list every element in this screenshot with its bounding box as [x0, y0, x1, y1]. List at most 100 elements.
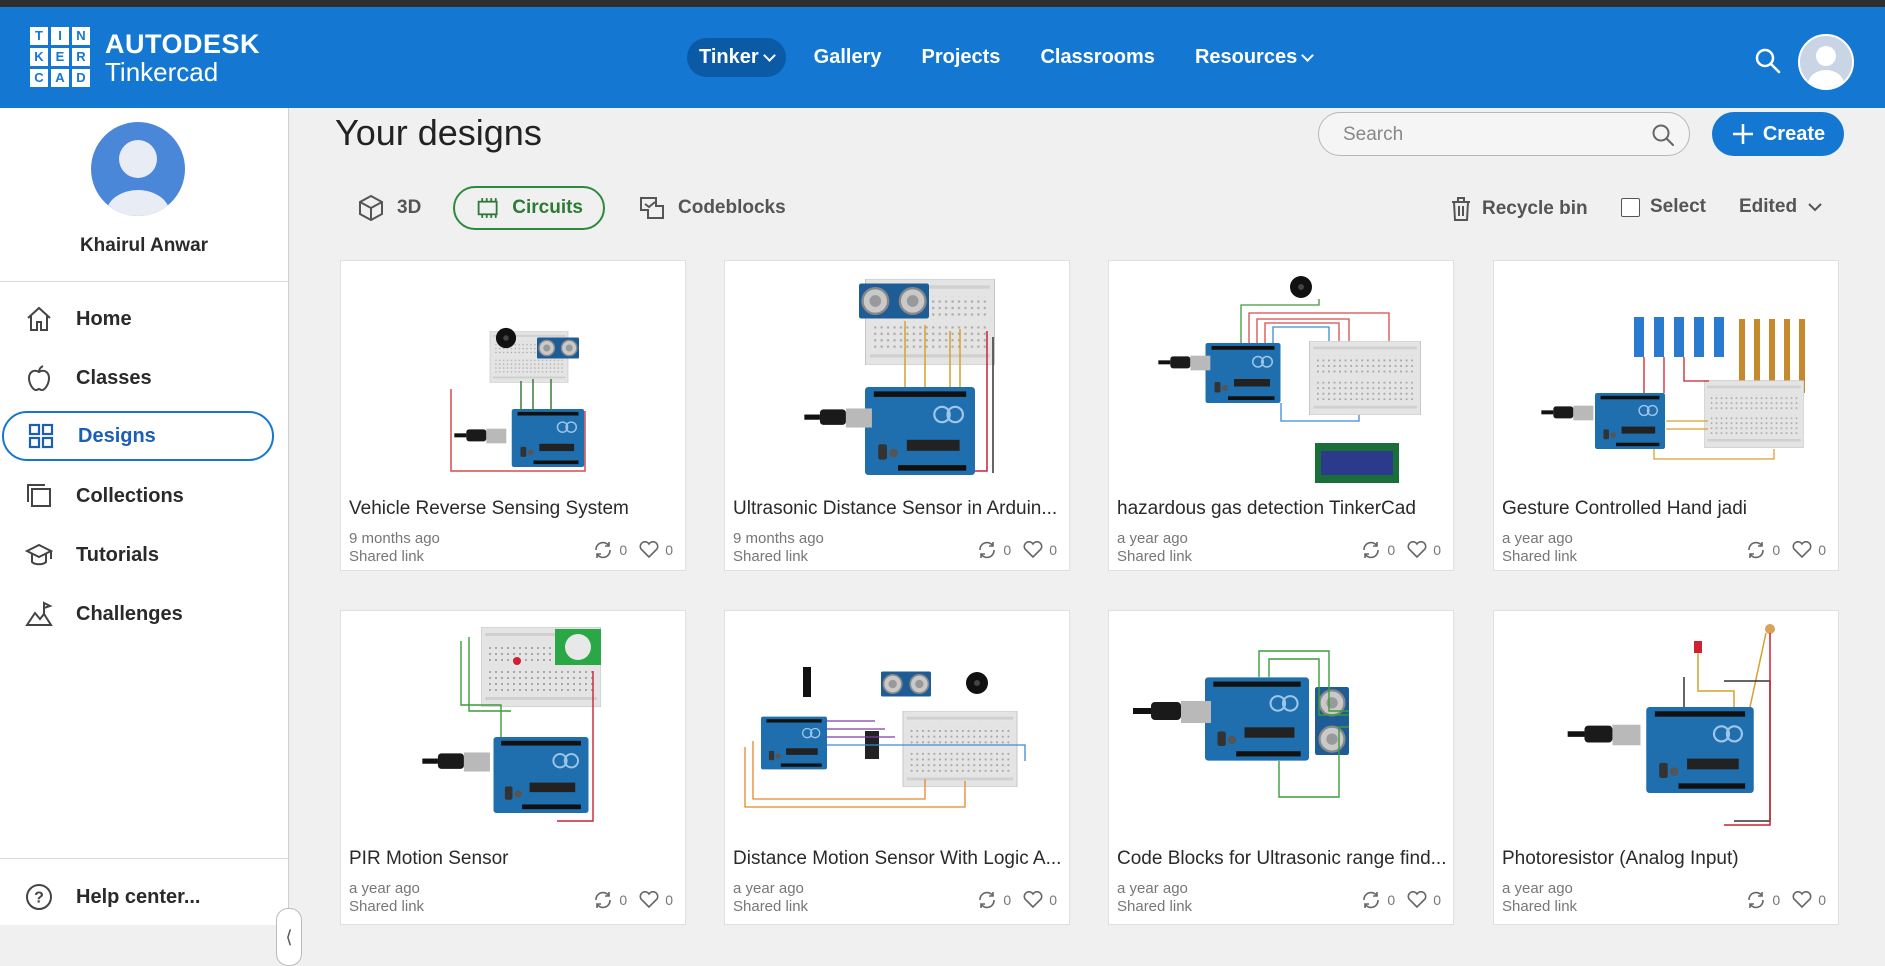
design-share-status: Shared link	[733, 548, 809, 565]
tab-3d[interactable]: 3D	[357, 186, 421, 230]
remix-count: 0	[1772, 892, 1781, 908]
remix-count: 0	[1003, 542, 1012, 558]
sidebar-item-classes[interactable]: Classes	[2, 353, 274, 403]
profile-avatar[interactable]	[91, 122, 185, 216]
remix-icon	[1363, 541, 1380, 559]
search-icon[interactable]	[1754, 47, 1782, 75]
design-share-status: Shared link	[1502, 898, 1578, 915]
heart-icon[interactable]	[1407, 541, 1427, 559]
design-thumbnail[interactable]	[1494, 611, 1838, 839]
page-title: Your designs	[335, 112, 542, 153]
search-icon[interactable]	[1651, 123, 1675, 147]
help-center-link[interactable]: ? Help center...	[2, 872, 274, 922]
collections-icon	[24, 481, 54, 511]
graduation-cap-icon	[24, 540, 54, 570]
heart-icon[interactable]	[639, 541, 659, 559]
tab-3d-label: 3D	[397, 197, 422, 218]
collapse-sidebar-button[interactable]: ⟨	[276, 908, 302, 966]
create-button[interactable]: Create	[1712, 112, 1844, 156]
heart-icon[interactable]	[1792, 541, 1812, 559]
design-thumbnail[interactable]	[1109, 261, 1453, 489]
design-thumbnail[interactable]	[725, 261, 1069, 489]
sidebar-item-label: Classes	[76, 366, 152, 389]
design-title: Distance Motion Sensor With Logic A...	[733, 848, 1062, 869]
top-navigation-bar: T I N K E R C A D AUTODESK Tinkercad Tin…	[0, 7, 1885, 108]
sidebar-item-designs[interactable]: Designs	[2, 411, 274, 461]
design-card[interactable]: Distance Motion Sensor With Logic A... a…	[724, 610, 1070, 925]
trash-icon	[1452, 197, 1470, 221]
like-count: 0	[665, 542, 673, 558]
design-share-status: Shared link	[349, 898, 425, 915]
design-card[interactable]: Code Blocks for Ultrasonic range find...…	[1108, 610, 1454, 925]
design-card[interactable]: hazardous gas detection TinkerCad a year…	[1108, 260, 1454, 571]
nav-gallery[interactable]: Gallery	[802, 38, 894, 77]
help-center-label: Help center...	[76, 885, 201, 908]
design-card[interactable]: Ultrasonic Distance Sensor in Arduin... …	[724, 260, 1070, 571]
help-icon: ?	[24, 882, 54, 912]
design-title: hazardous gas detection TinkerCad	[1117, 498, 1416, 519]
search-input[interactable]	[1341, 123, 1645, 147]
nav-projects[interactable]: Projects	[910, 38, 1013, 77]
heart-icon[interactable]	[1023, 541, 1043, 559]
chevron-left-icon: ⟨	[285, 926, 293, 947]
heart-icon[interactable]	[1023, 891, 1043, 909]
design-thumbnail[interactable]	[1494, 261, 1838, 489]
remix-icon	[979, 541, 996, 559]
remix-count: 0	[1003, 892, 1012, 908]
tab-circuits-label: Circuits	[512, 197, 583, 218]
design-time: a year ago	[1502, 880, 1573, 897]
design-card[interactable]: Vehicle Reverse Sensing System 9 months …	[340, 260, 686, 571]
design-stats: 0 0	[1746, 541, 1826, 559]
user-avatar-button[interactable]	[1798, 34, 1854, 90]
like-count: 0	[1049, 892, 1057, 908]
like-count: 0	[1049, 542, 1057, 558]
design-thumbnail[interactable]	[1109, 611, 1453, 839]
design-title: Photoresistor (Analog Input)	[1502, 848, 1739, 869]
design-thumbnail[interactable]	[341, 261, 685, 489]
design-card[interactable]: Photoresistor (Analog Input) a year ago …	[1493, 610, 1839, 925]
sidebar-item-challenges[interactable]: Challenges	[2, 589, 274, 639]
heart-icon[interactable]	[1407, 891, 1427, 909]
design-title: PIR Motion Sensor	[349, 848, 509, 869]
design-stats: 0 0	[1746, 891, 1826, 909]
recycle-bin-label: Recycle bin	[1482, 198, 1588, 219]
sidebar-item-label: Designs	[78, 424, 156, 447]
design-stats: 0 0	[977, 541, 1057, 559]
tab-codeblocks[interactable]: Codeblocks	[638, 186, 786, 230]
apple-icon	[24, 363, 54, 393]
logo-letter: K	[30, 48, 48, 66]
design-card[interactable]: PIR Motion Sensor a year ago Shared link…	[340, 610, 686, 925]
logo-letter: E	[51, 48, 69, 66]
tinkercad-logo[interactable]: T I N K E R C A D	[30, 27, 90, 87]
sidebar-item-collections[interactable]: Collections	[2, 471, 274, 521]
sidebar-item-home[interactable]: Home	[2, 294, 274, 344]
design-title: Gesture Controlled Hand jadi	[1502, 498, 1748, 519]
tab-circuits[interactable]: Circuits	[453, 186, 605, 230]
heart-icon[interactable]	[639, 891, 659, 909]
nav-tinker-dropdown[interactable]: Tinker	[687, 38, 786, 77]
sort-dropdown[interactable]: Edited	[1739, 196, 1823, 218]
design-share-status: Shared link	[1502, 548, 1578, 565]
user-avatar-icon	[1808, 46, 1844, 88]
codeblocks-icon	[640, 197, 664, 219]
cube-icon	[359, 194, 383, 222]
plus-icon	[1732, 124, 1753, 144]
remix-count: 0	[619, 542, 628, 558]
logo-letter: A	[51, 69, 69, 87]
design-thumbnail[interactable]	[341, 611, 685, 839]
logo-letter: C	[30, 69, 48, 87]
design-thumbnail[interactable]	[725, 611, 1069, 839]
window-top-strip	[0, 0, 1885, 7]
nav-resources-dropdown[interactable]: Resources	[1183, 38, 1324, 77]
sidebar-item-tutorials[interactable]: Tutorials	[2, 530, 274, 580]
recycle-bin-button[interactable]: Recycle bin	[1450, 196, 1588, 222]
heart-icon[interactable]	[1792, 891, 1812, 909]
select-checkbox[interactable]	[1621, 197, 1640, 217]
design-stats: 0 0	[1361, 891, 1441, 909]
logo-letter: R	[72, 48, 90, 66]
like-count: 0	[1818, 892, 1826, 908]
nav-classrooms[interactable]: Classrooms	[1028, 38, 1167, 77]
design-time: 9 months ago	[733, 530, 824, 547]
design-card[interactable]: Gesture Controlled Hand jadi a year ago …	[1493, 260, 1839, 571]
select-toggle[interactable]: Select	[1621, 196, 1706, 218]
